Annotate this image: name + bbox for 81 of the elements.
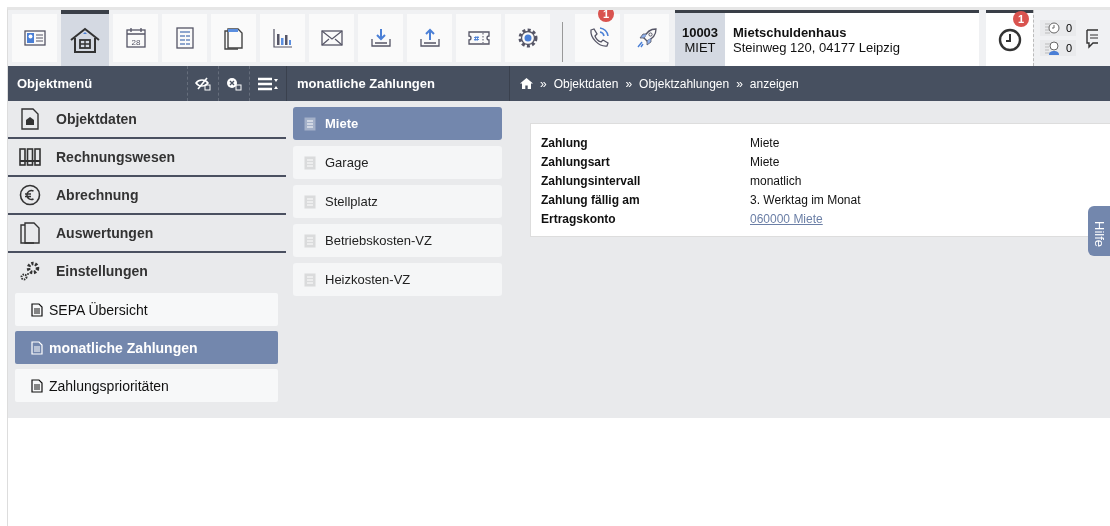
document-icon [304,116,316,131]
calendar-icon: 28 [124,27,147,49]
section-header[interactable]: Rechnungswesen [8,139,286,177]
section-header[interactable]: Einstellungen [8,253,286,289]
binders-icon [19,148,41,166]
document-icon [304,272,316,287]
field-value: monatlich [750,174,803,188]
menu-item[interactable]: Zahlungsprioritäten [15,369,278,402]
field-label: Ertragskonto [541,212,617,226]
document-icon [304,155,316,170]
counter-button[interactable]: 0 [1040,40,1077,56]
menu-icon [257,76,279,91]
upload-icon [418,28,441,48]
breadcrumb-separator: » [540,76,547,91]
menu-item[interactable]: SEPA Übersicht [15,293,278,326]
clock-icon [997,27,1022,52]
envelope-icon [320,30,343,46]
section-header[interactable]: Objektdaten [8,101,286,139]
field-value: Miete [750,136,781,150]
toolbar-button[interactable] [309,14,354,62]
document-icon [304,233,316,248]
house-icon [68,26,102,54]
panel-title: monatliche Zahlungen [297,76,435,91]
clock-button[interactable]: 1 [986,10,1033,66]
breadcrumb-separator: » [625,76,633,91]
home-icon[interactable] [520,78,533,89]
object-name: Mietschuldenhaus [733,24,848,40]
menu-item[interactable]: monatliche Zahlungen [15,331,278,364]
toolbar-button[interactable] [358,14,403,62]
field-value: 3. Werktag im Monat [750,193,862,207]
sidebar-title: Objektmenü [17,76,94,91]
field-label: Zahlung [541,136,589,150]
counter-button[interactable]: 0 [1040,20,1077,36]
field-label: Zahlung fällig am [541,193,641,207]
breadcrumb-link[interactable]: Objektdaten [553,76,619,91]
section-header[interactable]: Auswertungen [8,215,286,253]
document-icon [31,378,43,393]
account-link[interactable]: 060000 Miete [750,212,823,226]
payment-item[interactable]: Betriebskosten-VZ [293,224,502,257]
form-icon [174,27,195,49]
download-icon [369,28,392,48]
toolbar-button[interactable] [407,14,452,62]
close-icon [226,76,242,91]
comment-icon[interactable] [1086,27,1099,49]
document-icon [31,302,43,317]
field-label: Zahlungsart [541,155,611,169]
toolbar-button[interactable] [456,14,501,62]
breadcrumb-link[interactable]: anzeigen [749,76,799,91]
field-value: Miete [750,155,781,169]
toolbar-button[interactable] [61,10,109,66]
house-document-icon [21,108,39,130]
payment-item[interactable]: Stellplatz [293,185,502,218]
payment-item[interactable]: Miete [293,107,502,140]
document-icon [31,340,43,355]
toolbar-button[interactable] [505,14,550,62]
person-list-icon [1044,41,1060,55]
payment-item[interactable]: Heizkosten-VZ [293,263,502,296]
clock-list-icon [1044,21,1060,35]
notification-badge: 1 [1013,11,1029,27]
rocket-icon [635,27,658,49]
euro-icon [19,184,41,206]
notification-badge: 1 [598,10,614,22]
ticket-icon [466,30,491,46]
breadcrumb-separator: » [736,76,743,91]
bar-chart-icon [272,28,293,48]
help-tab[interactable]: Hilfe [1088,206,1110,256]
hidden-eye-icon [195,76,211,91]
object-code: MIET [684,39,716,55]
object-address: Steinweg 120, 04177 Leipzig [733,39,900,55]
payment-item[interactable]: Garage [293,146,502,179]
toolbar-button[interactable]: 28 [113,14,158,62]
gears-icon [19,260,41,282]
document-icon [304,194,316,209]
pages-icon [222,26,245,50]
rocket-button[interactable] [624,14,669,62]
contact-card-icon [23,29,46,47]
object-number: 10003 [681,24,719,40]
breadcrumb-link[interactable]: Objektzahlungen [639,76,730,91]
toolbar-button[interactable] [211,14,256,62]
pages-icon [20,222,40,244]
field-label: Zahlungsintervall [541,174,642,188]
